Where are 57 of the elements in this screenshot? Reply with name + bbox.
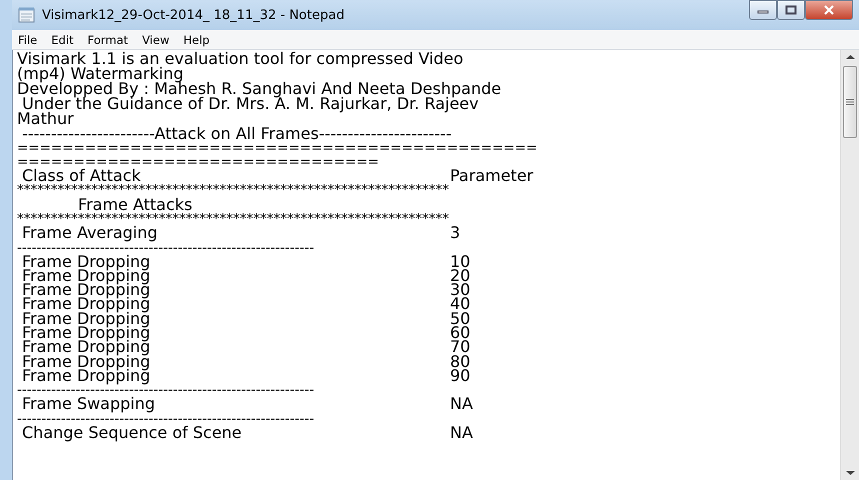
text-line: Under the Guidance of Dr. Mrs. A. M. Rajurkar, Dr. Rajeev — [22, 96, 479, 111]
attack-name: Frame Dropping — [22, 354, 152, 369]
attack-name: Frame Dropping — [22, 326, 152, 340]
window-title: Visimark12_29-Oct-2014_ 18_11_32 - Notepad — [42, 8, 346, 22]
text-line: -----------------------Attack on All Frames----------------------- — [22, 126, 453, 141]
grip-icon — [846, 99, 854, 105]
attack-name: Frame Dropping — [22, 312, 152, 326]
vertical-scrollbar[interactable] — [840, 50, 859, 480]
scroll-up-icon[interactable] — [846, 54, 854, 60]
parameter-value: NA — [450, 397, 474, 412]
menu-item[interactable]: Help — [183, 32, 210, 46]
parameter-value: 90 — [450, 368, 472, 384]
attack-name: Frame Dropping — [22, 297, 152, 312]
menu-item[interactable]: Format — [88, 32, 128, 46]
parameter-value: 50 — [450, 312, 472, 326]
attack-name: Frame Dropping — [22, 283, 152, 298]
separator-line: **************************************************************** — [17, 212, 450, 226]
separator-line: ------------------------------------------------------------- — [17, 240, 316, 255]
text-line: Mathur — [17, 111, 74, 126]
scroll-down-icon[interactable] — [846, 470, 854, 476]
scroll-thumb[interactable] — [843, 66, 857, 138]
separator-line: ------------------------------------------------------------- — [17, 412, 316, 426]
notepad-icon — [18, 7, 36, 23]
menu-item[interactable]: Edit — [51, 32, 74, 46]
text-line: Frame Attacks — [78, 197, 192, 212]
menu-item[interactable]: View — [142, 32, 170, 46]
menu-item[interactable]: File — [18, 32, 38, 46]
parameter-value: 10 — [450, 254, 472, 269]
attack-name: Change Sequence of Scene — [22, 426, 243, 440]
minimize-button[interactable] — [749, 0, 777, 20]
attack-name: Frame Dropping — [22, 368, 152, 384]
parameter-value: 20 — [450, 268, 472, 284]
attack-name: Class of Attack — [22, 169, 141, 184]
parameter-value: Parameter — [450, 169, 534, 184]
attack-name: Frame Dropping — [22, 268, 152, 284]
text-line: Visimark 1.1 is an evaluation tool for compressed Video — [17, 51, 464, 66]
close-icon — [823, 5, 835, 15]
attack-name: Frame Averaging — [22, 226, 159, 241]
separator-line: **************************************************************** — [17, 183, 450, 198]
parameter-value: 70 — [450, 340, 472, 355]
close-button[interactable] — [805, 0, 853, 20]
parameter-value: 80 — [450, 354, 472, 369]
separator-line: ================================ — [17, 155, 380, 169]
separator-line: ------------------------------------------------------------- — [17, 383, 316, 398]
separator-line: ============================================== — [17, 141, 538, 155]
parameter-value: 40 — [450, 297, 472, 312]
text-line: (mp4) Watermarking — [17, 66, 184, 81]
parameter-value: 60 — [450, 326, 472, 340]
maximize-button[interactable] — [777, 0, 805, 20]
maximize-icon — [785, 5, 797, 15]
parameter-value: 3 — [450, 226, 462, 241]
text-line: Developped By : Mahesh R. Sanghavi And Neeta Deshpande — [17, 81, 502, 96]
attack-name: Frame Swapping — [22, 397, 156, 412]
parameter-value: NA — [450, 426, 474, 440]
attack-name: Frame Dropping — [22, 254, 152, 269]
parameter-value: 30 — [450, 283, 472, 298]
attack-name: Frame Dropping — [22, 340, 152, 355]
